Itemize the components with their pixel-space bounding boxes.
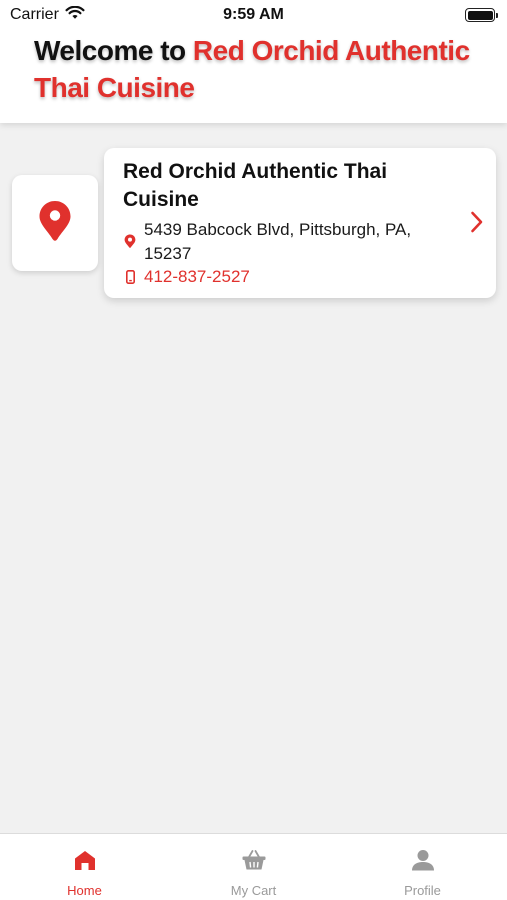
- home-icon: [72, 849, 98, 876]
- phone-icon: [126, 270, 136, 289]
- map-pin-icon: [38, 200, 72, 247]
- status-bar: Carrier 9:59 AM: [0, 0, 507, 30]
- tab-home-label: Home: [67, 883, 102, 898]
- battery-fill: [467, 10, 493, 20]
- map-tile: [12, 175, 98, 271]
- basket-icon: [241, 849, 267, 876]
- location-icon: [124, 234, 136, 253]
- tab-profile[interactable]: Profile: [338, 834, 507, 900]
- tab-profile-label: Profile: [404, 883, 441, 898]
- tab-my-cart[interactable]: My Cart: [169, 834, 338, 900]
- welcome-prefix: Welcome to: [34, 35, 193, 66]
- wifi-icon: [65, 5, 85, 25]
- welcome-title: Welcome to Red Orchid Authentic Thai Cui…: [34, 32, 474, 106]
- status-left: Carrier: [10, 5, 85, 25]
- carrier-label: Carrier: [10, 6, 59, 23]
- app-screen: Carrier 9:59 AM Welcome to Red Orchid Au…: [0, 0, 507, 900]
- restaurant-name: Red Orchid Authentic Thai Cuisine: [123, 160, 388, 211]
- header: Welcome to Red Orchid Authentic Thai Cui…: [0, 30, 507, 123]
- battery-icon: [465, 8, 498, 22]
- restaurant-card[interactable]: Red Orchid Authentic Thai Cuisine 5439 B…: [104, 148, 496, 298]
- chevron-right-icon[interactable]: [470, 210, 484, 239]
- restaurant-phone[interactable]: 412-837-2527: [144, 265, 250, 289]
- user-icon: [410, 849, 436, 876]
- tab-my-cart-label: My Cart: [230, 883, 277, 898]
- restaurant-address: 5439 Babcock Blvd, Pittsburgh, PA, 15237: [144, 220, 412, 263]
- restaurant-list-item[interactable]: Red Orchid Authentic Thai Cuisine 5439 B…: [12, 148, 496, 298]
- tab-home[interactable]: Home: [0, 834, 169, 900]
- tab-bar: Home My Cart Profile: [0, 833, 507, 900]
